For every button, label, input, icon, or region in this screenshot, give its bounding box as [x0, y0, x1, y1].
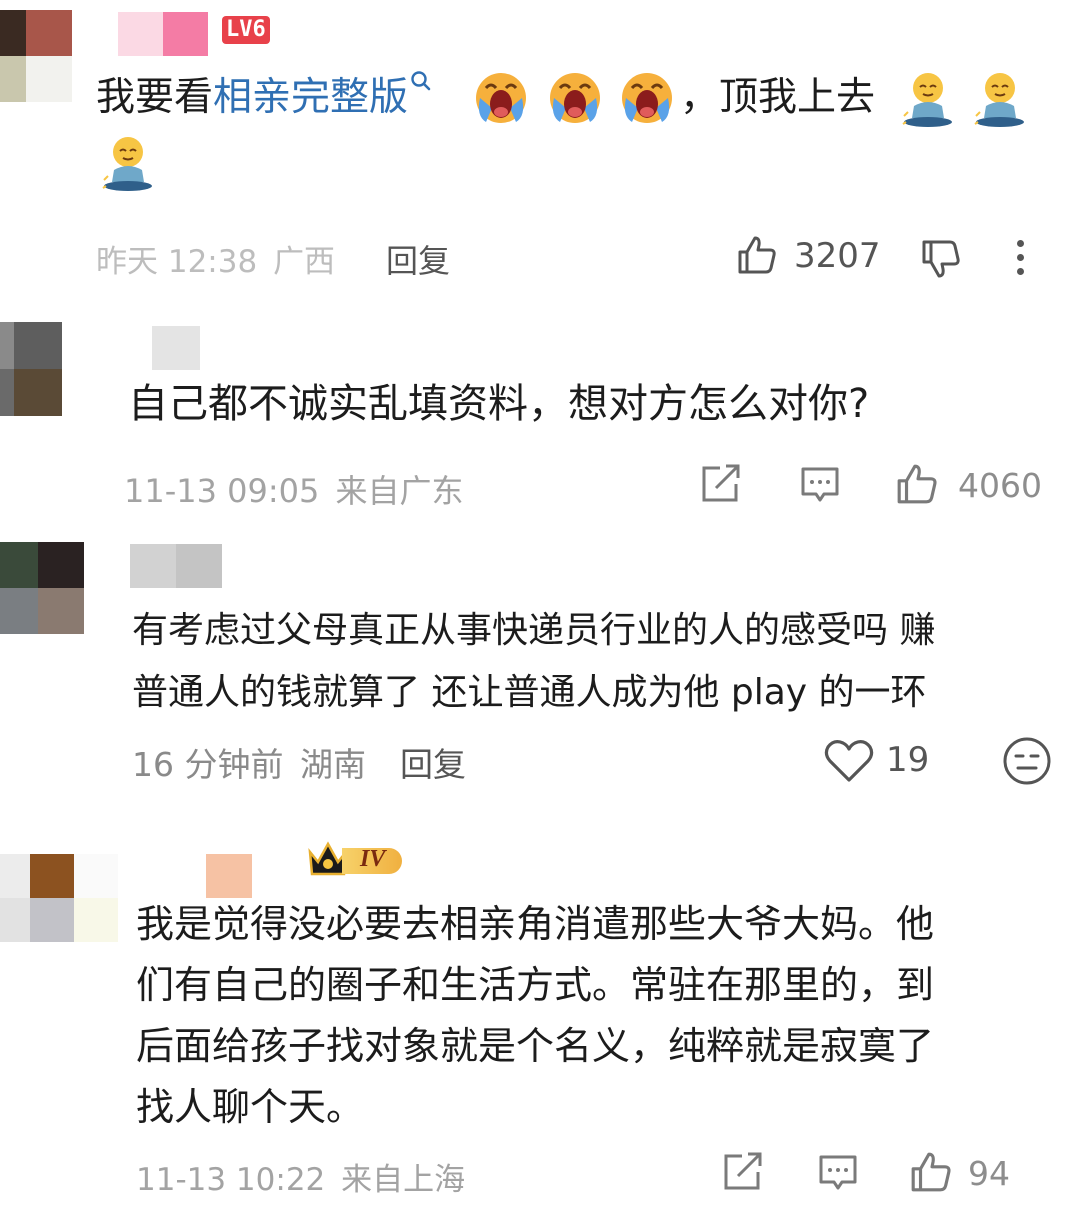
- comment-line: 找人聊个天。: [136, 1085, 365, 1129]
- like-count: 94: [968, 1154, 1010, 1193]
- meh-face-icon[interactable]: [1002, 736, 1052, 786]
- meditating-emoji-icon: [974, 73, 1024, 127]
- comment-text-part: 我要看: [96, 75, 214, 120]
- comment-time: 昨天 12:38: [96, 244, 258, 280]
- comment-location: 来自广东: [335, 472, 464, 510]
- comment-text-part: ，顶我上去: [680, 75, 876, 120]
- share-icon[interactable]: [722, 1152, 764, 1192]
- comment-line: 我是觉得没必要去相亲角消遣那些大爷大妈。他: [136, 902, 935, 946]
- comment-line: 有考虑过父母真正从事快递员行业的人的感受吗 赚: [132, 610, 936, 651]
- comment-time: 16 分钟前: [132, 745, 284, 784]
- meditating-emoji-icon: [902, 73, 952, 127]
- username[interactable]: [152, 326, 200, 370]
- comment-location: 湖南: [299, 745, 366, 784]
- comment-location: 来自上海: [341, 1162, 466, 1198]
- crying-emoji-icon: [622, 73, 672, 123]
- avatar[interactable]: [0, 322, 62, 416]
- comment-line: 们有自己的圈子和生活方式。常驻在那里的，到: [136, 963, 935, 1007]
- thumbs-up-icon[interactable]: [908, 1150, 954, 1194]
- comment-text: 自己都不诚实乱填资料，想对方怎么对你?: [128, 381, 870, 427]
- comment-location: 广西: [273, 244, 336, 280]
- avatar[interactable]: [0, 10, 72, 102]
- avatar[interactable]: [0, 542, 84, 634]
- more-options-icon[interactable]: [1016, 240, 1026, 276]
- comment-text: 我要看相亲完整版: [96, 68, 432, 128]
- crying-emoji-icon: [550, 73, 600, 123]
- heart-icon[interactable]: [824, 738, 874, 784]
- username[interactable]: [130, 544, 222, 588]
- username[interactable]: [118, 12, 208, 56]
- thumbs-up-icon[interactable]: [736, 234, 778, 276]
- thumbs-up-icon[interactable]: [894, 462, 940, 506]
- crying-emoji-icon: [476, 73, 526, 123]
- comment-text: 我是觉得没必要去相亲角消遣那些大爷大妈。他 们有自己的圈子和生活方式。常驻在那里…: [136, 894, 934, 1138]
- comment-meta: 11-13 10:22 来自上海: [136, 1154, 465, 1199]
- share-icon[interactable]: [700, 464, 742, 504]
- reply-button[interactable]: 回复: [386, 236, 450, 282]
- search-link-label: 相亲完整版: [213, 75, 409, 120]
- comment-time: 11-13 10:22: [136, 1162, 326, 1198]
- meditating-emoji-icon: [102, 137, 152, 191]
- comment-time: 11-13 09:05: [124, 472, 320, 510]
- like-count: 19: [886, 740, 930, 780]
- level-badge: LV6: [222, 16, 270, 44]
- vip-level: IV: [360, 846, 386, 872]
- vip-badge: IV: [306, 838, 406, 878]
- comment-meta: 16 分钟前 湖南: [132, 738, 366, 786]
- comment-meta: 11-13 09:05 来自广东: [124, 466, 464, 512]
- search-link[interactable]: 相亲完整版: [213, 71, 432, 120]
- comment-line: 普通人的钱就算了 还让普通人成为他 play 的一环: [132, 672, 927, 713]
- avatar[interactable]: [0, 854, 118, 942]
- comment-icon[interactable]: [800, 466, 840, 504]
- comment-line: 后面给孩子找对象就是个名义，纯粹就是寂寞了: [136, 1024, 935, 1068]
- comment-text: 有考虑过父母真正从事快递员行业的人的感受吗 赚 普通人的钱就算了 还让普通人成为…: [132, 600, 935, 724]
- search-icon: [411, 71, 431, 91]
- like-count: 4060: [958, 466, 1042, 505]
- reply-button[interactable]: 回复: [400, 738, 466, 786]
- thumbs-down-icon[interactable]: [920, 238, 962, 280]
- like-count: 3207: [794, 236, 881, 276]
- username[interactable]: [206, 854, 252, 898]
- comment-meta: 昨天 12:38 广西: [96, 236, 335, 281]
- comment-icon[interactable]: [818, 1154, 858, 1192]
